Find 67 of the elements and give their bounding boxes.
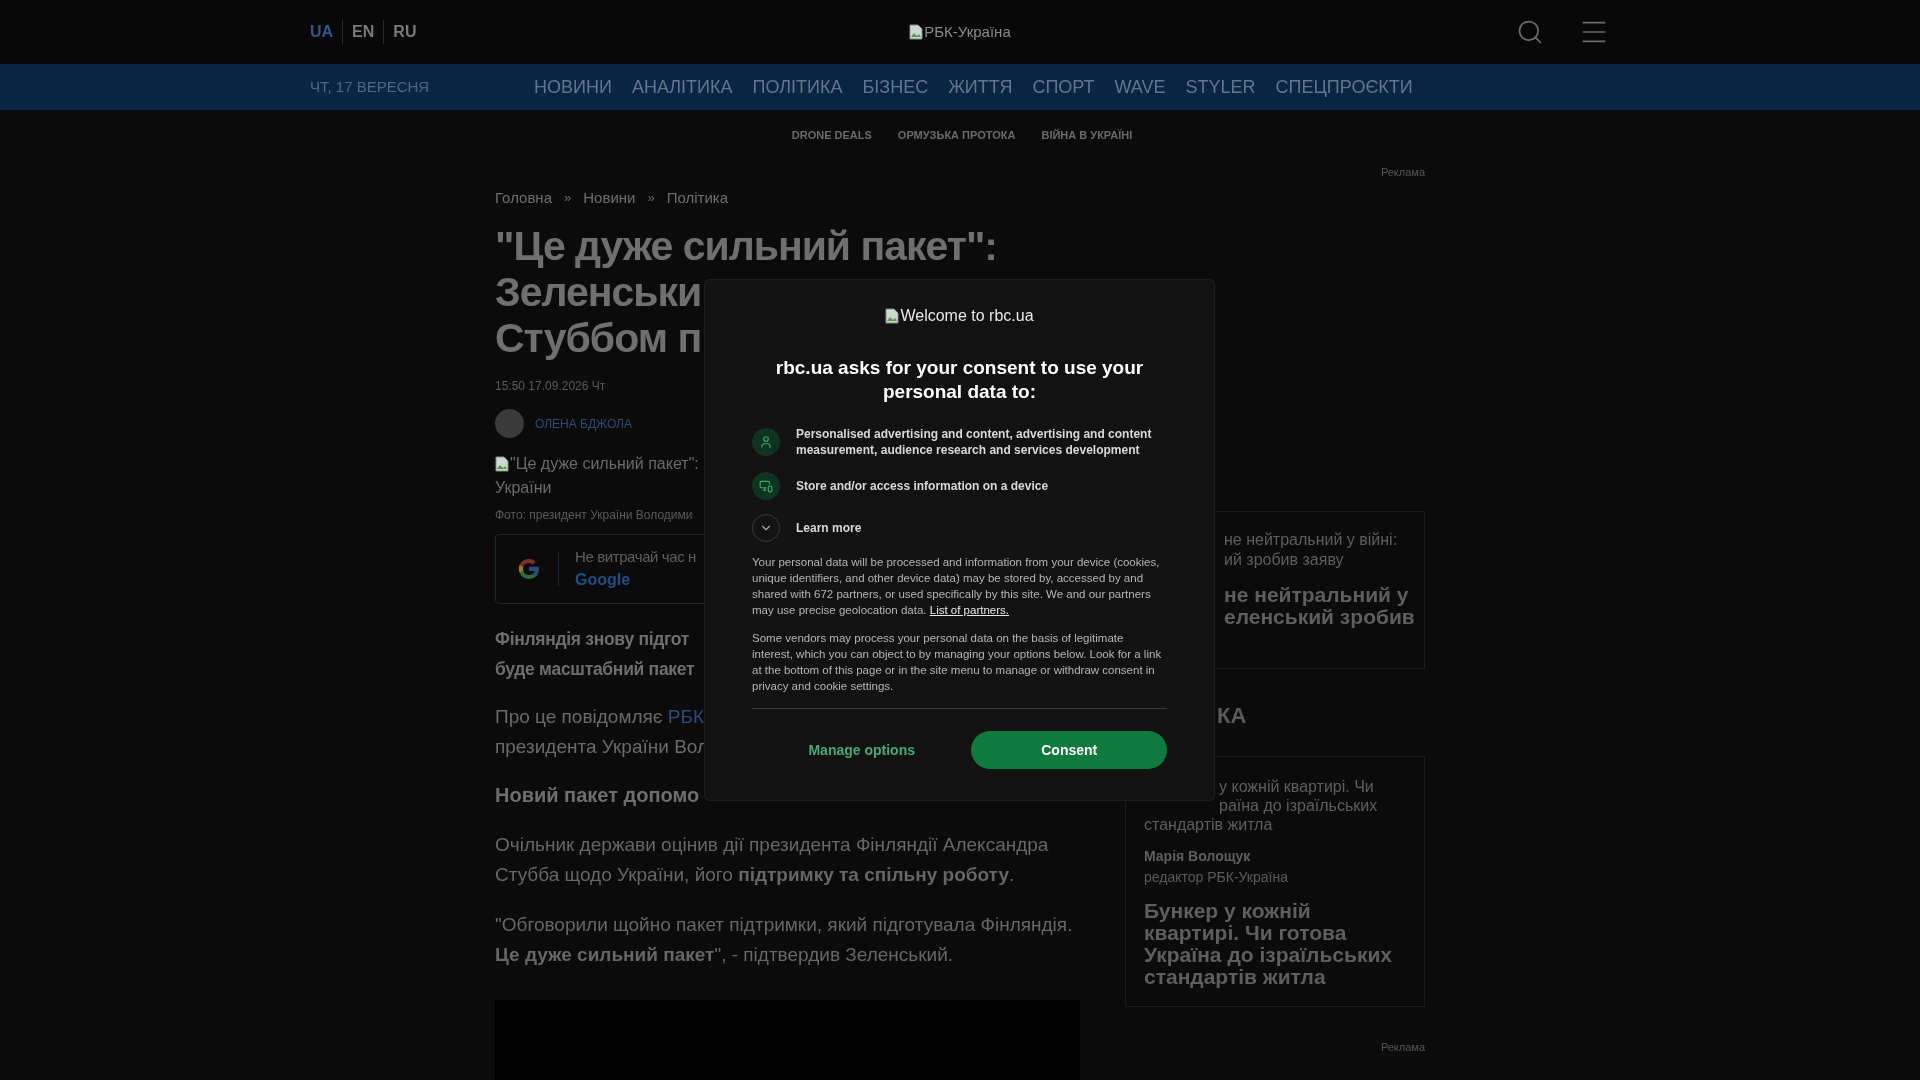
card-title-line: еленський зробив (1224, 605, 1416, 628)
nav-link[interactable]: АНАЛІТИКА (631, 73, 733, 101)
google-logo-icon (516, 556, 542, 582)
breadcrumb-link[interactable]: Новини (583, 186, 636, 209)
nav-link[interactable]: НОВИНИ (534, 73, 612, 101)
language-link[interactable]: UA (310, 20, 343, 44)
image-alt-text: Welcome to rbc.ua (900, 306, 1034, 326)
language-link[interactable]: RU (383, 20, 426, 44)
source-link[interactable]: РБК (667, 706, 705, 727)
consent-button[interactable]: Consent (971, 731, 1167, 769)
image-alt-text: РБК-Україна (924, 21, 1011, 42)
broken-image-icon (885, 308, 900, 324)
consent-heading: rbc.ua asks for your consent to use your personal data to: (774, 356, 1145, 404)
photo-caption: Фото: президент України Володими (495, 507, 693, 524)
search-icon[interactable] (1516, 18, 1544, 46)
article-paragraph: Очільник держави оцінив дії президента Фінляндії Александра Стубба щодо України, його підтримку та спільну роботу. (495, 833, 1050, 887)
nav-link[interactable]: СПЕЦПРОЄКТИ (1275, 73, 1413, 101)
author-name: Марія Волощук (1144, 846, 1252, 866)
topic-link[interactable]: ОРМУЗЬКА ПРОТОКА (897, 126, 1016, 144)
card-text-line: не нейтральний у війні: (1224, 529, 1399, 550)
devices-icon (752, 472, 780, 500)
card-text-line: ий зробив заяву (1224, 549, 1345, 570)
breadcrumb-link[interactable]: Головна (495, 186, 552, 209)
broken-image-icon (495, 456, 509, 472)
ad-label: Реклама (1380, 1039, 1425, 1055)
date-label: ЧТ, 17 ВЕРЕСНЯ (310, 76, 431, 97)
nav-link[interactable]: СПОРТ (1032, 73, 1095, 101)
card-text-line: раїна до ізраїльських (1218, 795, 1379, 815)
card-text-line: стандартів житла (1144, 814, 1274, 834)
broken-image-icon (909, 24, 924, 40)
card-text-line: у кожній квартирі. Чи (1218, 776, 1375, 796)
publish-date: 15:50 17.09.2026 Чт (495, 378, 606, 395)
google-link[interactable]: Google (575, 568, 631, 593)
section-heading: КА (1217, 701, 1248, 730)
author-link[interactable]: ОЛЕНА БДЖОЛА (535, 414, 632, 433)
nav-link[interactable]: STYLER (1185, 73, 1256, 101)
purpose-text: Personalised advertising and content, advertising and content measurement, audience research and services development (796, 426, 1153, 458)
breadcrumb-separator: » (564, 189, 572, 207)
purpose-text: Store and/or access information on a device (796, 478, 1049, 494)
image-alt-text: "Це дуже сильний пакет": (510, 454, 699, 474)
section-subheading: Новий пакет допомо (495, 783, 700, 808)
topic-link[interactable]: ВІЙНА В УКРАЇНІ (1041, 126, 1133, 144)
nav-link[interactable]: ПОЛІТИКА (752, 73, 843, 101)
card-title: Бункер у кожній квартирі. Чи готова Україна до ізраїльських стандартів житла (1144, 899, 1393, 988)
topic-link[interactable]: DRONE DEALS (791, 126, 872, 144)
partners-link[interactable]: List of partners. (929, 604, 1009, 616)
source-text-line: Про це повідомляє РБК (495, 705, 705, 729)
nav-link[interactable]: БІЗНЕС (862, 73, 929, 101)
image-alt-text: України (495, 478, 552, 498)
person-icon (752, 428, 780, 456)
card-title-line: не нейтральний у (1224, 583, 1410, 606)
lead-text-line: Фінляндія знову підгот (495, 628, 689, 651)
author-avatar (495, 409, 524, 438)
lead-text-line: буде масштабний пакет (495, 658, 695, 681)
language-link[interactable]: EN (342, 20, 384, 44)
nav-link[interactable]: WAVE (1114, 73, 1166, 101)
article-title-line: "Це дуже сильний пакет": (495, 223, 997, 269)
promo-text: Не витрачай час н (575, 546, 696, 567)
article-title-line: Стуббом п (495, 315, 702, 361)
manage-options-button[interactable]: Manage options (752, 739, 972, 761)
nav-link[interactable]: ЖИТТЯ (948, 73, 1013, 101)
article-paragraph: "Обговорили щойно пакет підтримки, який підготувала Фінляндія. Це дуже сильний пакет", - підтвердив Зеленський. (495, 913, 1074, 967)
article-title-line: Зеленськи (495, 269, 702, 315)
ad-label: Реклама (1380, 165, 1425, 180)
breadcrumb-separator: » (647, 189, 655, 207)
author-role: редактор РБК-Україна (1144, 867, 1289, 887)
breadcrumb-link[interactable]: Політика (666, 186, 729, 209)
